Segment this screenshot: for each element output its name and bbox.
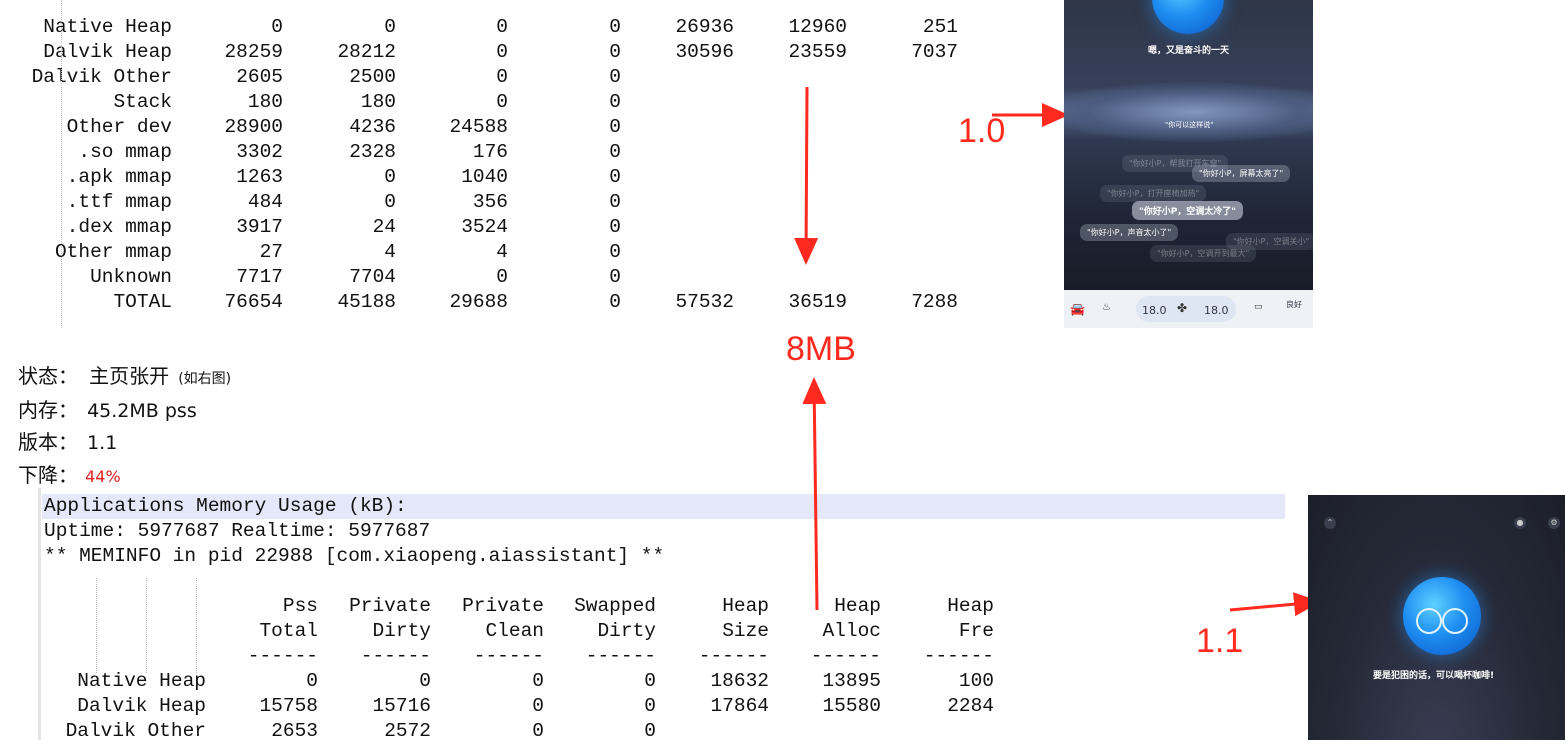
suggestion-bubble: "你好小P，屏幕太亮了" xyxy=(1192,165,1291,182)
assistant-message: 要是犯困的话，可以喝杯咖啡! xyxy=(1373,671,1495,681)
temp-right: 18.0 xyxy=(1204,304,1229,317)
arrow-down xyxy=(794,86,819,265)
greeting-text: 嗯，又是奋斗的一天 xyxy=(1148,46,1230,56)
screenshot-old-version: 嗯，又是奋斗的一天 "你可以这样说" "你好小P，帮我打开车窗" "你好小P，屏… xyxy=(1064,0,1313,290)
wave-graphic xyxy=(1064,82,1313,142)
seat-icon: ▭ xyxy=(1254,302,1263,312)
screenshot-new-version: ⌃ ● ⚙ 要是犯困的话，可以喝杯咖啡! xyxy=(1308,495,1565,740)
status-label: 良好 xyxy=(1286,300,1302,309)
suggestion-bubble: "你好小P，空调太冷了" xyxy=(1132,201,1243,220)
chat-icon: ● xyxy=(1514,517,1526,529)
glasses-left xyxy=(1416,608,1442,634)
temp-left: 18.0 xyxy=(1142,304,1167,317)
suggestion-bubble: "你好小P，声音太小了" xyxy=(1080,224,1179,241)
arrow-1-1 xyxy=(1229,592,1321,617)
defrost-icon: ♨ xyxy=(1102,302,1111,313)
diff-label: 8MB xyxy=(786,330,856,368)
fan-icon: ✤ xyxy=(1177,301,1188,315)
arrow-up xyxy=(802,377,827,611)
assistant-orb-icon xyxy=(1152,0,1224,34)
settings-icon: ⚙ xyxy=(1548,517,1560,529)
suggestion-bubble: "你好小P，空调开到最大" xyxy=(1150,245,1257,262)
car-icon: 🚘 xyxy=(1070,302,1085,316)
collapse-icon: ⌃ xyxy=(1324,517,1336,529)
suggestion-bubble: "你好小P，打开座椅加热" xyxy=(1100,185,1207,202)
version-new-label: 1.1 xyxy=(1196,622,1244,660)
car-dock-bar: 🚘 ♨ 18.0 ✤ 18.0 ▭ 良好 xyxy=(1064,290,1313,328)
hint-title: "你可以这样说" xyxy=(1165,121,1214,129)
glasses-right xyxy=(1442,608,1468,634)
version-old-label: 1.0 xyxy=(958,112,1006,150)
